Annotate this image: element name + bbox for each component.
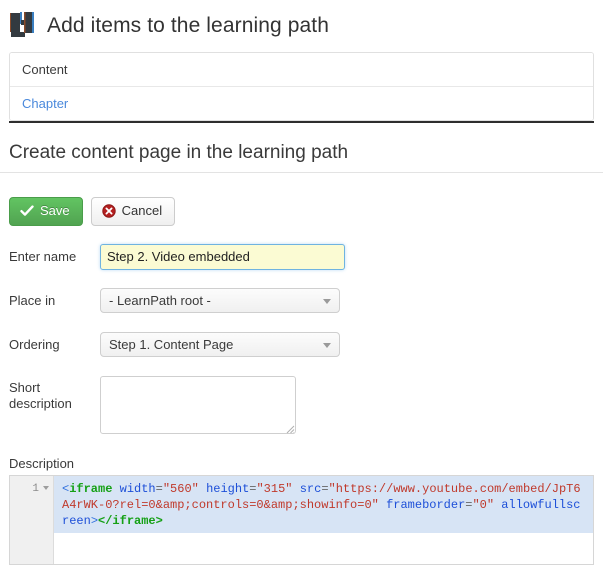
short-description-label: Short description: [9, 379, 72, 411]
code-token-val-width: "560": [162, 481, 199, 496]
editor-line-number: 1: [10, 481, 53, 497]
list-item-label: Content: [22, 62, 68, 77]
form-row-short-description: Short description: [9, 375, 594, 434]
chevron-down-icon: [323, 298, 331, 304]
learning-path-logo-icon: [8, 10, 38, 40]
code-fold-icon[interactable]: [43, 485, 49, 490]
short-description-textarea[interactable]: [100, 375, 296, 434]
error-circle-icon: [101, 204, 116, 218]
place-in-label: Place in: [9, 292, 56, 308]
code-token-val-frameborder: "0": [472, 497, 495, 512]
enter-name-input[interactable]: [100, 243, 345, 270]
code-token-tagname: iframe: [69, 481, 113, 496]
page-title: Add items to the learning path: [47, 13, 330, 37]
cancel-button[interactable]: Cancel: [90, 196, 176, 226]
description-code-editor[interactable]: 1 <iframe width="560" height="315" src="…: [9, 474, 594, 565]
list-item-content[interactable]: Content: [10, 53, 593, 87]
editor-code-area[interactable]: <iframe width="560" height="315" src="ht…: [54, 475, 593, 564]
code-token-val-height: "315": [256, 481, 293, 496]
line-number-value: 1: [32, 482, 39, 495]
form-row-place-in: Place in - LearnPath root -: [9, 287, 594, 314]
ordering-selected-value: Step 1. Content Page: [109, 336, 234, 352]
form-row-ordering: Ordering Step 1. Content Page: [9, 331, 594, 358]
chevron-down-icon: [323, 342, 331, 348]
list-item-label: Chapter: [22, 96, 69, 111]
code-token-gt: >: [90, 513, 99, 528]
ordering-label: Ordering: [9, 336, 60, 352]
place-in-select[interactable]: - LearnPath root -: [100, 287, 340, 313]
description-label: Description: [9, 455, 75, 471]
code-token-closing-tag: </iframe>: [98, 513, 163, 528]
code-token-attr-frameborder: frameborder: [386, 497, 466, 512]
page-header: Add items to the learning path: [0, 0, 603, 46]
code-token-attr-width: width: [119, 481, 156, 496]
form-row-name: Enter name: [9, 243, 594, 270]
place-in-selected-value: - LearnPath root -: [109, 292, 211, 308]
code-token-attr-height: height: [206, 481, 250, 496]
cancel-button-label: Cancel: [121, 202, 163, 218]
check-icon: [20, 204, 34, 218]
content-type-list: Content Chapter: [9, 52, 594, 121]
enter-name-label: Enter name: [9, 248, 77, 264]
content-page-form: Enter name Place in - LearnPath root - O…: [0, 243, 603, 434]
short-description-wrapper: [100, 375, 296, 434]
section-heading: Create content page in the learning path: [9, 142, 349, 163]
editor-gutter: 1: [10, 475, 54, 564]
code-token-attr-src: src: [299, 481, 322, 496]
save-button[interactable]: Save: [9, 196, 83, 226]
list-item-chapter[interactable]: Chapter: [10, 87, 593, 120]
form-actions: Save Cancel: [0, 173, 603, 226]
ordering-select[interactable]: Step 1. Content Page: [100, 331, 340, 357]
code-line-1[interactable]: <iframe width="560" height="315" src="ht…: [54, 475, 593, 533]
save-button-label: Save: [40, 202, 70, 218]
